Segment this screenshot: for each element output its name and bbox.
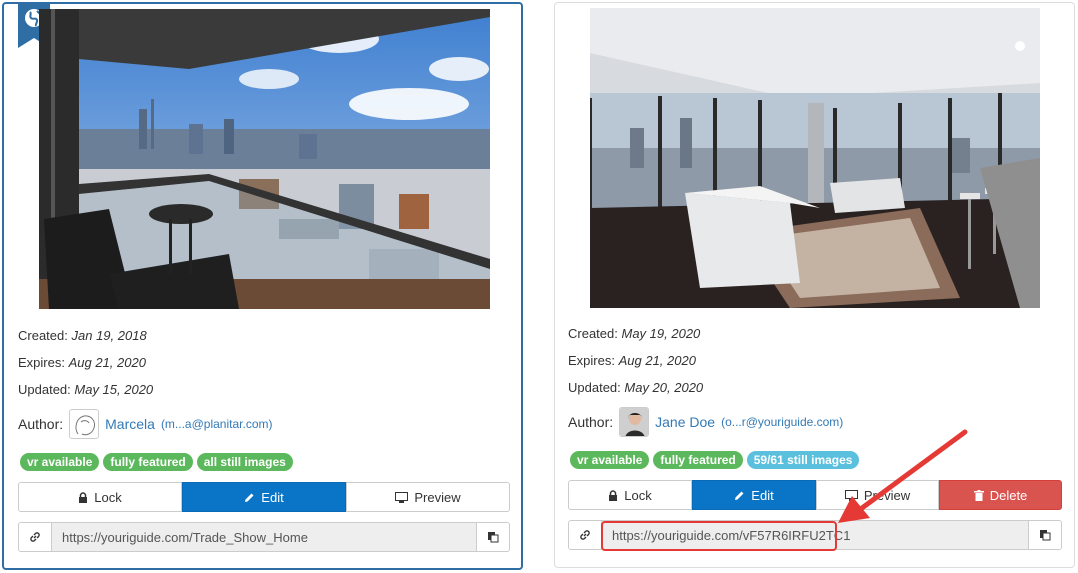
created-line: Created: Jan 19, 2018 xyxy=(18,328,147,343)
author-email: (o...r@youriguide.com) xyxy=(721,415,844,429)
url-highlight-box xyxy=(601,521,837,551)
created-label: Created: xyxy=(568,326,618,341)
listing-card-trade-show[interactable]: Created: Jan 19, 2018 Expires: Aug 21, 2… xyxy=(2,2,523,570)
copy-icon xyxy=(1039,529,1051,541)
link-button[interactable] xyxy=(568,520,602,550)
badge-still-images: all still images xyxy=(196,453,293,471)
lock-icon xyxy=(608,489,618,501)
expires-date: Aug 21, 2020 xyxy=(68,355,146,370)
author-name-link[interactable]: Marcela xyxy=(105,416,155,432)
link-icon xyxy=(579,529,591,541)
badge-vr-available: vr available xyxy=(570,451,650,469)
lock-button[interactable]: Lock xyxy=(568,480,692,510)
expires-label: Expires: xyxy=(568,353,615,368)
expires-date: Aug 21, 2020 xyxy=(618,353,696,368)
link-button[interactable] xyxy=(18,522,52,552)
updated-label: Updated: xyxy=(568,380,621,395)
edit-button-label: Edit xyxy=(751,487,774,503)
copy-icon xyxy=(487,531,499,543)
updated-label: Updated: xyxy=(18,382,71,397)
lock-button[interactable]: Lock xyxy=(18,482,182,512)
preview-button[interactable]: Preview xyxy=(346,482,510,512)
badge-fully-featured: fully featured xyxy=(103,453,193,471)
preview-button[interactable]: Preview xyxy=(816,480,939,510)
expires-line: Expires: Aug 21, 2020 xyxy=(568,353,696,368)
trash-icon xyxy=(973,489,984,501)
monitor-icon xyxy=(395,491,409,503)
author-line: Author: Jane Doe (o...r@youriguide.com) xyxy=(568,407,843,437)
author-name-link[interactable]: Jane Doe xyxy=(655,414,715,430)
lock-icon xyxy=(78,491,88,503)
share-url-row: https://youriguide.com/Trade_Show_Home xyxy=(18,522,510,552)
listing-card-jane-doe[interactable]: Created: May 19, 2020 Expires: Aug 21, 2… xyxy=(554,2,1075,568)
listing-photo-living-room[interactable] xyxy=(590,8,1040,308)
preview-button-label: Preview xyxy=(863,487,911,503)
edit-button-label: Edit xyxy=(261,489,284,505)
badge-list: vr available fully featured all still im… xyxy=(20,453,293,471)
share-url-text: https://youriguide.com/Trade_Show_Home xyxy=(62,529,308,545)
expires-line: Expires: Aug 21, 2020 xyxy=(18,355,146,370)
copy-url-button[interactable] xyxy=(1028,520,1062,550)
badge-vr-available: vr available xyxy=(20,453,100,471)
listing-photo-balcony[interactable] xyxy=(39,9,490,309)
author-line: Author: Marcela (m...a@planitar.com) xyxy=(18,409,272,439)
pencil-icon xyxy=(734,490,745,501)
updated-date: May 15, 2020 xyxy=(74,382,154,397)
delete-button[interactable]: Delete xyxy=(939,480,1062,510)
updated-line: Updated: May 20, 2020 xyxy=(568,380,703,395)
lock-button-label: Lock xyxy=(94,489,122,505)
author-label: Author: xyxy=(18,416,64,432)
monitor-icon xyxy=(844,489,858,501)
author-email: (m...a@planitar.com) xyxy=(160,417,273,431)
created-date: May 19, 2020 xyxy=(621,326,701,341)
expires-label: Expires: xyxy=(18,355,65,370)
created-date: Jan 19, 2018 xyxy=(71,328,147,343)
created-line: Created: May 19, 2020 xyxy=(568,326,700,341)
share-url-field[interactable]: https://youriguide.com/Trade_Show_Home xyxy=(52,522,476,552)
created-label: Created: xyxy=(18,328,68,343)
link-icon xyxy=(29,531,41,543)
edit-button[interactable]: Edit xyxy=(692,480,816,510)
badge-fully-featured: fully featured xyxy=(653,451,743,469)
copy-url-button[interactable] xyxy=(476,522,510,552)
pencil-icon xyxy=(244,492,255,503)
updated-date: May 20, 2020 xyxy=(624,380,704,395)
preview-button-label: Preview xyxy=(414,489,461,505)
badge-still-images: 59/61 still images xyxy=(746,451,860,469)
updated-line: Updated: May 15, 2020 xyxy=(18,382,153,397)
action-button-group: Lock Edit Preview xyxy=(18,482,510,512)
delete-button-label: Delete xyxy=(989,487,1028,503)
avatar xyxy=(619,407,650,437)
lock-button-label: Lock xyxy=(624,487,652,503)
edit-button[interactable]: Edit xyxy=(182,482,346,512)
action-button-group: Lock Edit Preview Delete xyxy=(568,480,1062,510)
author-label: Author: xyxy=(568,414,614,430)
avatar xyxy=(69,409,100,439)
badge-list: vr available fully featured 59/61 still … xyxy=(570,451,860,469)
